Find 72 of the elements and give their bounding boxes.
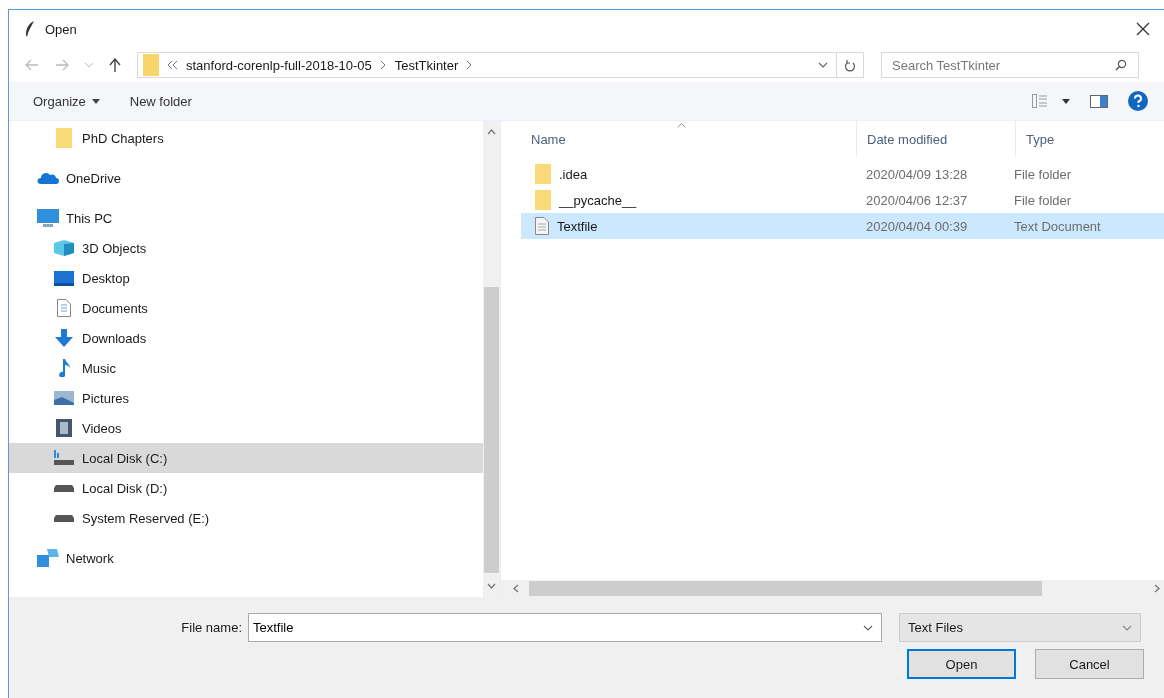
feather-icon [25, 21, 35, 37]
nav-item[interactable]: Network [9, 543, 483, 573]
file-name-field[interactable]: Textfile [248, 613, 882, 642]
music-note-icon [57, 359, 71, 377]
file-row[interactable]: __pycache__ 2020/04/06 12:37 File folder [521, 187, 1164, 213]
address-bar[interactable]: stanford-corenlp-full-2018-10-05 TestTkinter [137, 52, 837, 78]
nav-item[interactable]: This PC [9, 203, 483, 233]
file-name-label: File name: [180, 620, 243, 635]
nav-item[interactable]: Videos [9, 413, 483, 443]
dropdown-caret-icon[interactable] [863, 625, 873, 631]
scrollbar-thumb[interactable] [529, 581, 1042, 596]
column-header[interactable]: Type [1016, 121, 1164, 157]
nav-item[interactable]: PhD Chapters [9, 123, 483, 153]
nav-item[interactable]: System Reserved (E:) [9, 503, 483, 533]
nav-item[interactable]: OneDrive [9, 163, 483, 193]
scroll-right-icon[interactable] [1154, 584, 1160, 593]
nav-item[interactable]: 3D Objects [9, 233, 483, 263]
caret-icon [91, 98, 100, 104]
drive-icon [54, 450, 74, 466]
chevron-icon[interactable] [380, 61, 386, 69]
folder-icon [535, 190, 551, 210]
column-header[interactable]: Date modified [857, 121, 1016, 157]
nav-item[interactable]: Downloads [9, 323, 483, 353]
scroll-up-icon[interactable] [487, 129, 496, 135]
nav-item[interactable]: Desktop [9, 263, 483, 293]
film-icon [56, 419, 72, 437]
open-button[interactable]: Open [907, 649, 1016, 679]
refresh-button[interactable] [837, 52, 864, 78]
search-field[interactable]: Search TestTkinter [881, 52, 1139, 78]
dropdown-caret-icon[interactable] [818, 62, 828, 68]
scrollbar-thumb[interactable] [484, 287, 499, 573]
cube-icon [54, 240, 74, 256]
breadcrumb[interactable]: TestTkinter [394, 57, 459, 73]
cancel-button[interactable]: Cancel [1035, 649, 1144, 679]
nav-item[interactable]: Music [9, 353, 483, 383]
down-arrow-icon [55, 329, 73, 347]
search-icon [1115, 59, 1127, 71]
double-chevron-icon[interactable] [168, 61, 177, 69]
window-title: Open [45, 21, 77, 37]
folder-icon [535, 164, 551, 184]
nav-item[interactable]: Documents [9, 293, 483, 323]
breadcrumb[interactable]: stanford-corenlp-full-2018-10-05 [186, 57, 372, 73]
network-icon [37, 549, 59, 567]
organize-button[interactable]: Organize [25, 89, 108, 113]
cloud-icon [37, 172, 59, 184]
monitor-icon [37, 209, 59, 227]
nav-item[interactable]: Local Disk (D:) [9, 473, 483, 503]
view-options-icon[interactable] [1032, 94, 1070, 108]
new-folder-button[interactable]: New folder [121, 89, 200, 113]
dropdown-caret-icon [1122, 624, 1132, 631]
scroll-down-icon[interactable] [487, 583, 496, 589]
drive-icon [54, 514, 74, 522]
folder-icon [56, 128, 72, 148]
nav-item[interactable]: Pictures [9, 383, 483, 413]
file-type-select[interactable]: Text Files [899, 613, 1141, 642]
text-file-icon [535, 217, 549, 235]
pictures-icon [54, 391, 74, 405]
refresh-icon [844, 58, 856, 72]
desktop-icon [54, 270, 74, 286]
up-arrow-icon[interactable] [109, 58, 121, 72]
preview-pane-icon[interactable] [1090, 94, 1108, 108]
scroll-left-icon[interactable] [513, 584, 519, 593]
drive-icon [54, 484, 74, 492]
close-icon[interactable] [1136, 22, 1150, 36]
document-icon [57, 299, 71, 317]
folder-icon [143, 54, 159, 76]
column-header[interactable]: Name [521, 121, 857, 157]
file-row[interactable]: .idea 2020/04/09 13:28 File folder [521, 161, 1164, 187]
file-row[interactable]: Textfile 2020/04/04 00:39 Text Document [521, 213, 1164, 239]
nav-item[interactable]: Local Disk (C:) [9, 443, 483, 473]
chevron-icon[interactable] [467, 61, 473, 69]
help-icon[interactable] [1128, 91, 1148, 111]
